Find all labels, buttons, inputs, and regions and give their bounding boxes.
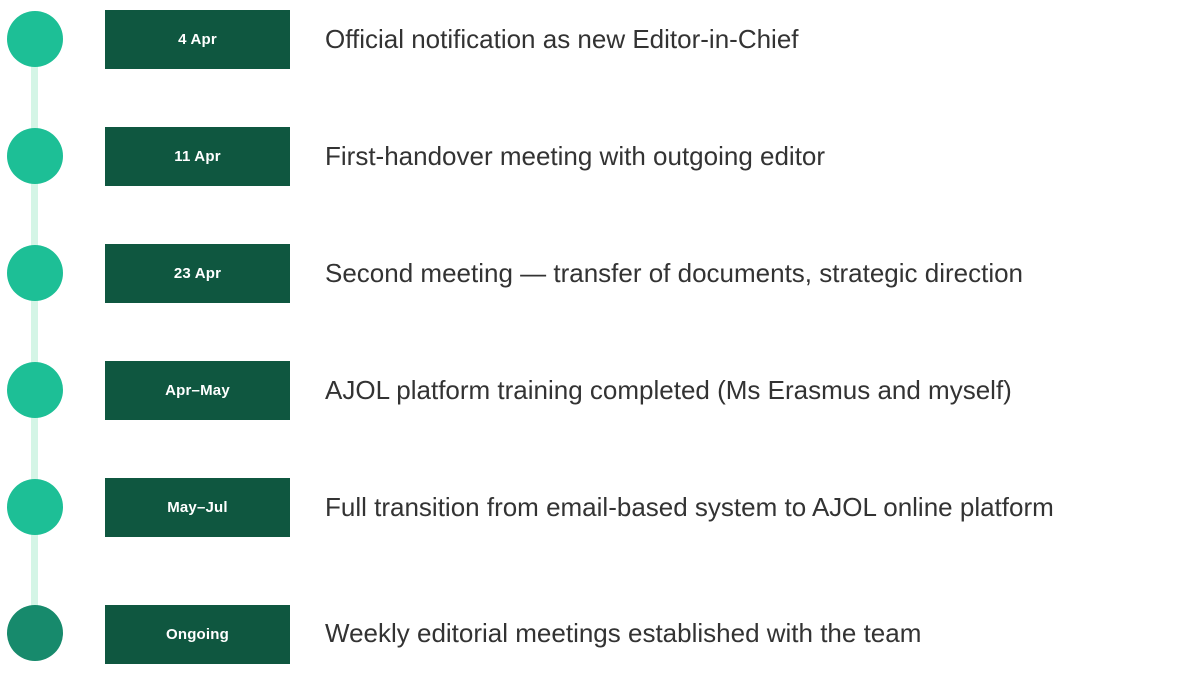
timeline: 4 Apr Official notification as new Edito…: [0, 0, 1190, 691]
timeline-dot: [7, 245, 63, 301]
date-label: Ongoing: [105, 605, 290, 664]
date-label: 11 Apr: [105, 127, 290, 186]
timeline-item: 23 Apr Second meeting — transfer of docu…: [0, 234, 1190, 324]
timeline-dot: [7, 605, 63, 661]
event-description: Second meeting — transfer of documents, …: [325, 258, 1024, 288]
timeline-dot: [7, 11, 63, 67]
timeline-item: Ongoing Weekly editorial meetings establ…: [0, 601, 1190, 691]
event-description: Weekly editorial meetings established wi…: [325, 618, 922, 648]
timeline-item: May–Jul Full transition from email-based…: [0, 468, 1190, 558]
timeline-dot: [7, 479, 63, 535]
event-description: Official notification as new Editor-in-C…: [325, 24, 799, 54]
event-description: AJOL platform training completed (Ms Era…: [325, 375, 1012, 405]
date-label: 4 Apr: [105, 10, 290, 69]
timeline-item: Apr–May AJOL platform training completed…: [0, 351, 1190, 441]
timeline-item: 4 Apr Official notification as new Edito…: [0, 0, 1190, 90]
event-description: Full transition from email-based system …: [325, 492, 1054, 522]
date-label: 23 Apr: [105, 244, 290, 303]
event-description: First-handover meeting with outgoing edi…: [325, 141, 826, 171]
date-label: May–Jul: [105, 478, 290, 537]
timeline-dot: [7, 128, 63, 184]
date-label: Apr–May: [105, 361, 290, 420]
timeline-dot: [7, 362, 63, 418]
timeline-item: 11 Apr First-handover meeting with outgo…: [0, 117, 1190, 207]
